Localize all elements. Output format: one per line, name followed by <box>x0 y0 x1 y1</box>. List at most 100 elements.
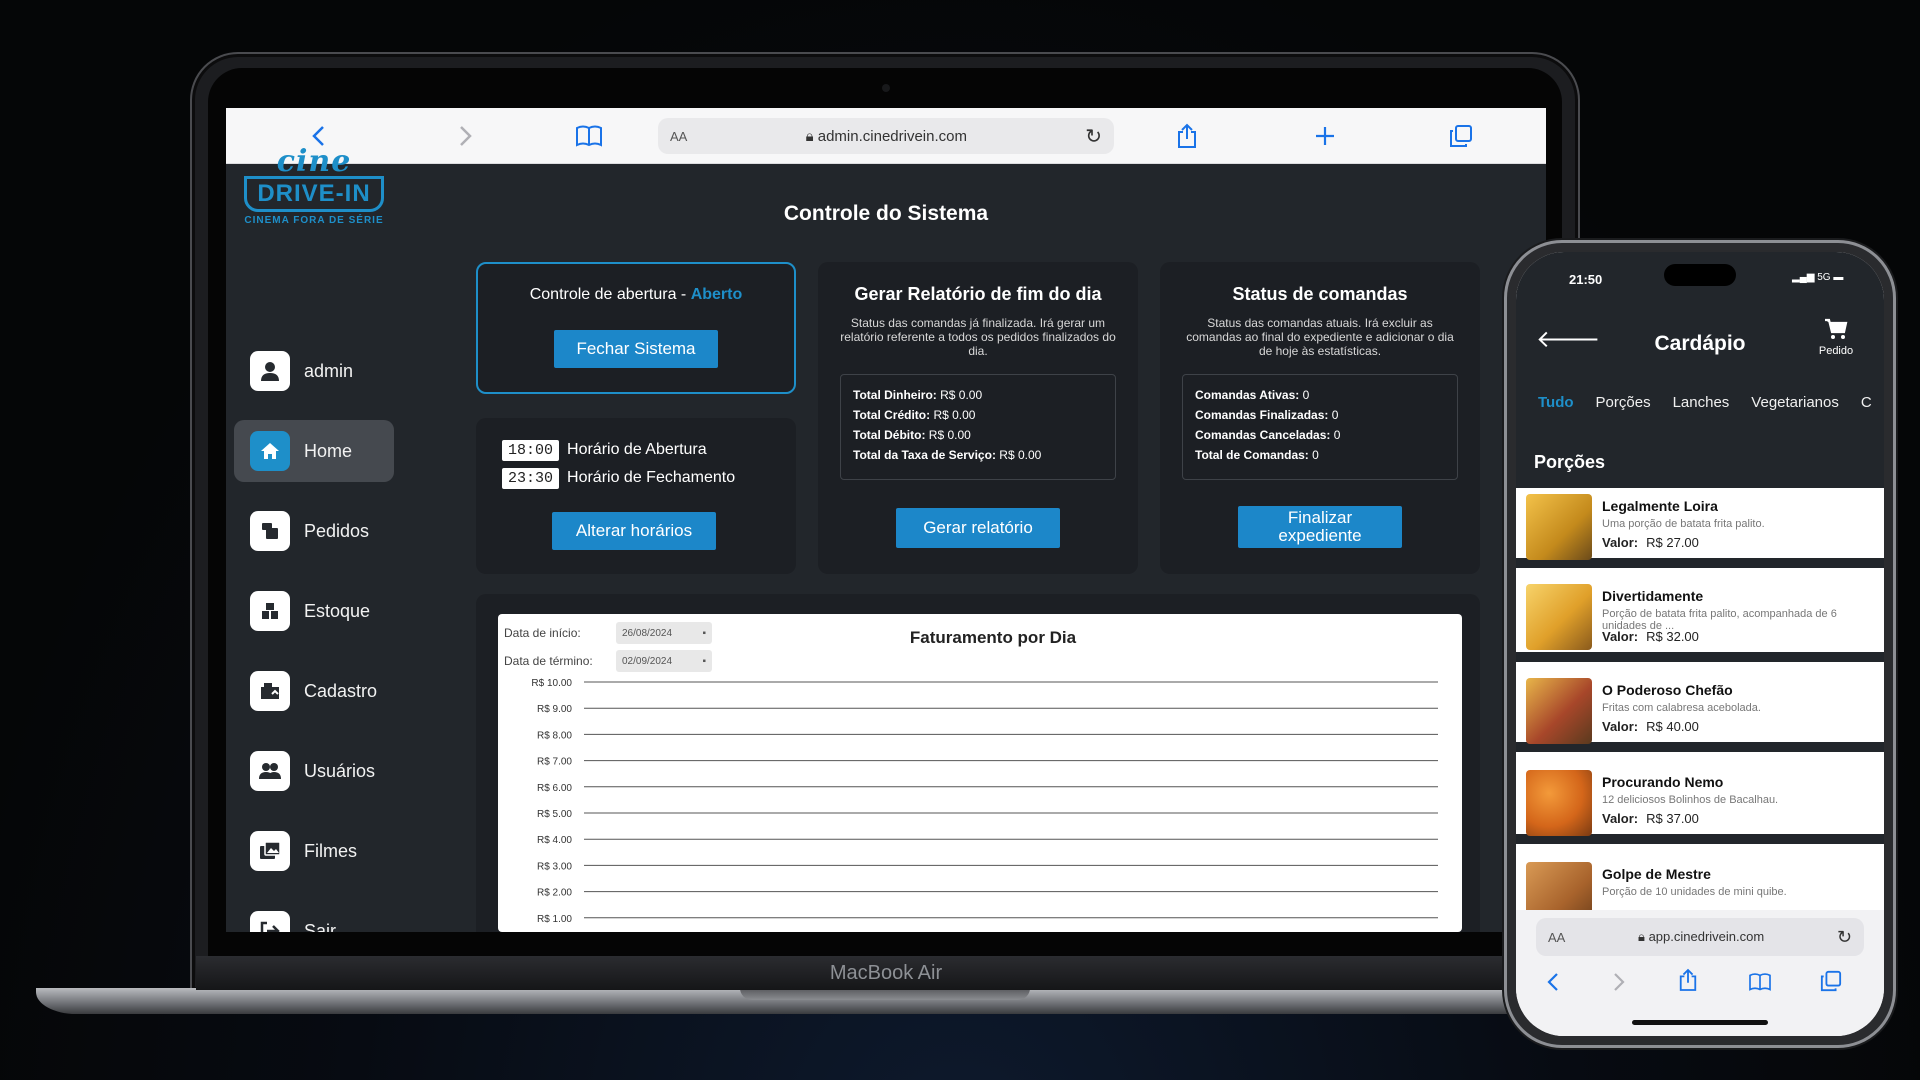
item-description: Porção de 10 unidades de mini quibe. <box>1602 886 1787 898</box>
new-tab-icon[interactable] <box>1308 119 1342 153</box>
sidebar-item-cadastro[interactable]: Cadastro <box>234 660 394 722</box>
y-tick-label: R$ 3.00 <box>537 861 572 872</box>
item-description: Uma porção de batata frita palito. <box>1602 518 1765 530</box>
phone-url-value: app.cinedrivein.com <box>1648 929 1765 944</box>
url-text: 🔒︎ admin.cinedrivein.com <box>687 128 1085 145</box>
menu-item[interactable]: Legalmente Loira Uma porção de batata fr… <box>1516 488 1884 568</box>
opening-control-heading: Controle de abertura - Aberto <box>478 286 794 304</box>
y-tick-label: R$ 4.00 <box>537 835 572 846</box>
item-description: Fritas com calabresa acebolada. <box>1602 702 1761 714</box>
tab-vegetarianos[interactable]: Vegetarianos <box>1751 394 1839 411</box>
share-icon[interactable] <box>1170 119 1204 153</box>
opening-control-card: Controle de abertura - Aberto Fechar Sis… <box>476 262 796 394</box>
page-title: Controle do Sistema <box>783 202 989 225</box>
sidebar-item-label: admin <box>304 360 354 381</box>
orders-status-card: Status de comandas Status das comandas a… <box>1160 262 1480 574</box>
sidebar-item-admin[interactable]: admin <box>234 340 394 402</box>
opening-control-label: Controle de abertura - <box>529 286 691 303</box>
back-icon[interactable] <box>1546 972 1560 997</box>
address-bar[interactable]: AA 🔒︎ admin.cinedrivein.com ↻ <box>658 118 1114 154</box>
item-price: Valor: R$ 37.00 <box>1602 811 1699 826</box>
text-size-button[interactable]: AA <box>1548 930 1565 945</box>
browser-toolbar: AA 🔒︎ admin.cinedrivein.com ↻ <box>226 108 1546 164</box>
y-tick-label: R$ 5.00 <box>537 809 572 820</box>
sidebar-item-sair[interactable]: Sair <box>234 900 394 932</box>
cine-drive-in-logo[interactable]: cine DRIVE-IN CINEMA FORA DE SÉRIE <box>240 144 388 238</box>
change-hours-button[interactable]: Alterar horários <box>552 512 716 550</box>
sidebar-item-label: Sair <box>304 920 337 933</box>
sidebar-item-filmes[interactable]: Filmes <box>234 820 394 882</box>
cart-button[interactable]: Pedido <box>1806 318 1866 357</box>
tabs-icon[interactable] <box>1444 119 1478 153</box>
sidebar-item-home[interactable]: Home <box>234 420 394 482</box>
laptop-camera <box>882 84 890 92</box>
y-tick-label: R$ 8.00 <box>537 730 572 741</box>
close-system-button[interactable]: Fechar Sistema <box>554 330 718 368</box>
phone-screen: 21:50 ▂▄▆ 5G ▬ 🡐 Cardápio Pedido Tudo Po… <box>1516 252 1884 1036</box>
end-shift-button[interactable]: Finalizar expediente <box>1238 506 1402 548</box>
closing-hour-label: Horário de Fechamento <box>567 469 736 486</box>
report-row: Total Débito: R$ 0.00 <box>853 428 971 442</box>
item-price: Valor: R$ 40.00 <box>1602 719 1699 734</box>
laptop-label: MacBook Air <box>196 956 1576 990</box>
revenue-chart-card: Data de início: 26/08/2024 ▪ Data de térm… <box>498 614 1462 932</box>
menu-item[interactable]: Procurando Nemo 12 deliciosos Bolinhos d… <box>1516 764 1884 844</box>
orders-status-description: Status das comandas atuais. Irá excluir … <box>1186 316 1454 358</box>
y-tick-label: R$ 2.00 <box>537 888 572 899</box>
end-shift-label-2: expediente <box>1278 526 1362 545</box>
y-tick-label: R$ 6.00 <box>537 783 572 794</box>
logout-icon <box>250 911 290 932</box>
menu-item[interactable]: Divertidamente Porção de batata frita pa… <box>1516 578 1884 662</box>
hours-card: 18:00 Horário de Abertura 23:30 Horário de… <box>476 418 796 574</box>
forward-icon[interactable] <box>448 119 482 153</box>
tab-porcoes[interactable]: Porções <box>1596 394 1651 411</box>
food-photo <box>1526 678 1592 744</box>
signal-icon: ▂▄▆ <box>1792 272 1815 283</box>
opening-hour-row: 18:00 Horário de Abertura <box>502 440 707 461</box>
phone-clock: 21:50 <box>1569 272 1603 287</box>
end-shift-label-1: Finalizar <box>1287 508 1353 527</box>
reload-icon[interactable]: ↻ <box>1085 124 1102 149</box>
sidebar-item-estoque[interactable]: Estoque <box>234 580 394 642</box>
tab-lanches[interactable]: Lanches <box>1673 394 1730 411</box>
menu-item[interactable]: O Poderoso Chefão Fritas com calabresa a… <box>1516 672 1884 752</box>
sidebar-item-usuarios[interactable]: Usuários <box>234 740 394 802</box>
text-size-button[interactable]: AA <box>670 129 687 144</box>
phone-address-bar[interactable]: AA 🔒︎ app.cinedrivein.com ↻ <box>1536 918 1864 956</box>
logo-script: cine <box>276 144 352 179</box>
bookmarks-icon[interactable] <box>572 119 606 153</box>
sidebar-item-label: Usuários <box>304 760 376 781</box>
dynamic-island <box>1664 264 1736 286</box>
sidebar-item-label: Estoque <box>304 600 371 621</box>
network-label: 5G <box>1817 272 1831 283</box>
bookmarks-icon[interactable] <box>1748 972 1772 997</box>
item-name: Procurando Nemo <box>1602 774 1724 790</box>
cart-icon <box>1806 318 1866 345</box>
sidebar-item-label: Home <box>304 440 353 461</box>
y-tick-label: R$ 10.00 <box>531 678 572 689</box>
cart-label: Pedido <box>1818 345 1854 357</box>
report-description: Status das comandas já finalizada. Irá g… <box>840 316 1116 358</box>
user-icon <box>250 351 290 391</box>
report-totals: Total Dinheiro: R$ 0.00 Total Crédito: R… <box>840 374 1116 480</box>
battery-icon: ▬ <box>1833 272 1844 283</box>
tab-tudo[interactable]: Tudo <box>1538 394 1574 411</box>
orders-row: Comandas Canceladas: 0 <box>1195 428 1341 442</box>
phone-url: 🔒︎ app.cinedrivein.com <box>1565 929 1837 945</box>
lock-icon: 🔒︎ <box>805 127 814 145</box>
forward-icon[interactable] <box>1612 972 1626 997</box>
report-card: Gerar Relatório de fim do dia Status das… <box>818 262 1138 574</box>
share-icon[interactable] <box>1678 968 1698 997</box>
generate-report-button[interactable]: Gerar relatório <box>896 508 1060 548</box>
revenue-chart: R$ 10.00 R$ 9.00 R$ 8.00 R$ 7.00 R$ 6.00 R$ 5… <box>531 678 1438 925</box>
closing-hour-row: 23:30 Horário de Fechamento <box>502 468 735 489</box>
food-photo <box>1526 770 1592 836</box>
item-price: Valor: R$ 32.00 <box>1602 629 1699 644</box>
report-row: Total Dinheiro: R$ 0.00 <box>853 388 983 402</box>
reload-icon[interactable]: ↻ <box>1837 927 1852 948</box>
sidebar-item-pedidos[interactable]: Pedidos <box>234 500 394 562</box>
item-name: Divertidamente <box>1602 588 1704 604</box>
section-title: Porções <box>1534 452 1606 472</box>
tabs-icon[interactable] <box>1820 970 1842 997</box>
tab-more[interactable]: C <box>1861 394 1872 411</box>
